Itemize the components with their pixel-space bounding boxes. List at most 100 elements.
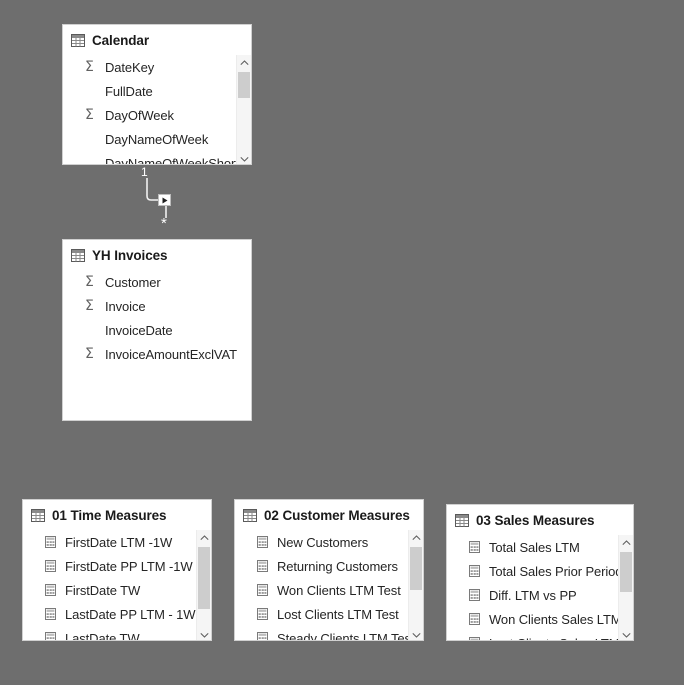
field-label: LastDate PP LTM - 1W — [65, 606, 196, 622]
scroll-down-arrow[interactable] — [409, 627, 423, 640]
cross-filter-direction-marker[interactable] — [158, 194, 171, 206]
field-row[interactable]: InvoiceDate — [63, 318, 251, 342]
field-row[interactable]: FirstDate TW — [23, 578, 198, 602]
table-title: Calendar — [92, 32, 149, 48]
scroll-down-arrow[interactable] — [197, 627, 211, 640]
field-row[interactable]: LastDate PP LTM - 1W — [23, 602, 198, 626]
field-row[interactable]: Steady Clients LTM Test — [235, 626, 410, 641]
scroll-up-arrow[interactable] — [409, 530, 423, 545]
field-label: Total Sales Prior Period — [489, 563, 620, 579]
field-list-yh-invoices[interactable]: Σ Customer Σ Invoice InvoiceDate Σ Invoi… — [63, 270, 251, 420]
measure-icon — [469, 589, 484, 601]
field-row[interactable]: New Customers — [235, 530, 410, 554]
measure-icon — [45, 584, 60, 596]
table-title: 02 Customer Measures — [264, 507, 410, 523]
table-grid-icon — [243, 508, 257, 522]
table-card-customer-measures[interactable]: 02 Customer Measures New Customers Retur… — [234, 499, 424, 641]
field-row[interactable]: Total Sales LTM — [447, 535, 620, 559]
field-row[interactable]: Σ InvoiceAmountExclVAT — [63, 342, 251, 366]
field-label: Won Clients LTM Test — [277, 582, 401, 598]
field-row[interactable]: Diff. LTM vs PP — [447, 583, 620, 607]
scroll-up-arrow[interactable] — [619, 535, 633, 550]
vertical-scrollbar[interactable] — [196, 530, 211, 640]
field-row[interactable]: FirstDate PP LTM -1W — [23, 554, 198, 578]
table-card-calendar[interactable]: Calendar Σ DateKey FullDate Σ DayOfWeek … — [62, 24, 252, 165]
field-label: InvoiceDate — [105, 322, 173, 338]
table-card-sales-measures[interactable]: 03 Sales Measures Total Sales LTM Total … — [446, 504, 634, 641]
scrollbar-thumb[interactable] — [620, 552, 632, 592]
table-grid-icon — [455, 513, 469, 527]
table-grid-icon — [71, 33, 85, 47]
measure-icon — [257, 608, 272, 620]
measure-icon — [257, 560, 272, 572]
scrollbar-thumb[interactable] — [410, 547, 422, 590]
measure-icon — [469, 541, 484, 553]
vertical-scrollbar[interactable] — [408, 530, 423, 640]
field-label: Steady Clients LTM Test — [277, 630, 410, 641]
field-label: Total Sales LTM — [489, 539, 580, 555]
field-label: Won Clients Sales LTM — [489, 611, 620, 627]
field-label: Lost Clients LTM Test — [277, 606, 399, 622]
field-label: FirstDate PP LTM -1W — [65, 558, 193, 574]
scroll-down-arrow[interactable] — [237, 151, 251, 164]
table-header-yh-invoices[interactable]: YH Invoices — [63, 240, 251, 270]
measure-icon — [45, 560, 60, 572]
table-card-yh-invoices[interactable]: YH Invoices Σ Customer Σ Invoice Invoice… — [62, 239, 252, 421]
measure-icon — [45, 536, 60, 548]
measure-icon — [257, 632, 272, 640]
field-row[interactable]: Σ Customer — [63, 270, 251, 294]
scroll-up-arrow[interactable] — [237, 55, 251, 70]
field-row[interactable]: DayNameOfWeek — [63, 127, 238, 151]
field-row[interactable]: Lost Clients Sales LTM — [447, 631, 620, 641]
scroll-down-arrow[interactable] — [619, 627, 633, 640]
table-title: 01 Time Measures — [52, 507, 167, 523]
field-row[interactable]: Won Clients LTM Test — [235, 578, 410, 602]
field-list-sales-measures[interactable]: Total Sales LTM Total Sales Prior Period… — [447, 535, 633, 641]
field-row[interactable]: FullDate — [63, 79, 238, 103]
field-label: InvoiceAmountExclVAT — [105, 346, 237, 362]
field-list-calendar[interactable]: Σ DateKey FullDate Σ DayOfWeek DayNameOf… — [63, 55, 251, 165]
table-header-sales-measures[interactable]: 03 Sales Measures — [447, 505, 633, 535]
field-label: DayNameOfWeek — [105, 131, 209, 147]
scroll-up-arrow[interactable] — [197, 530, 211, 545]
measure-icon — [469, 565, 484, 577]
field-label: Invoice — [105, 298, 146, 314]
relationship-cardinality-one: 1 — [141, 165, 148, 179]
sigma-icon: Σ — [85, 107, 94, 123]
field-row[interactable]: Σ DayOfWeek — [63, 103, 238, 127]
vertical-scrollbar[interactable] — [618, 535, 633, 640]
field-label: FirstDate TW — [65, 582, 141, 598]
field-list-time-measures[interactable]: FirstDate LTM -1W FirstDate PP LTM -1W F… — [23, 530, 211, 640]
field-label: Returning Customers — [277, 558, 398, 574]
field-label: Lost Clients Sales LTM — [489, 636, 620, 641]
table-header-calendar[interactable]: Calendar — [63, 25, 251, 55]
field-row[interactable]: Returning Customers — [235, 554, 410, 578]
table-header-time-measures[interactable]: 01 Time Measures — [23, 500, 211, 530]
field-row[interactable]: Won Clients Sales LTM — [447, 607, 620, 631]
field-label: Diff. LTM vs PP — [489, 587, 577, 603]
field-row[interactable]: Σ DateKey — [63, 55, 238, 79]
table-title: 03 Sales Measures — [476, 512, 595, 528]
measure-icon — [257, 536, 272, 548]
scrollbar-thumb[interactable] — [198, 547, 210, 609]
measure-icon — [257, 584, 272, 596]
field-row[interactable]: DayNameOfWeekShort — [63, 151, 238, 165]
scrollbar-thumb[interactable] — [238, 72, 250, 98]
measure-icon — [469, 613, 484, 625]
field-row[interactable]: Σ Invoice — [63, 294, 251, 318]
field-row[interactable]: LastDate TW — [23, 626, 198, 640]
table-grid-icon — [31, 508, 45, 522]
table-card-time-measures[interactable]: 01 Time Measures FirstDate LTM -1W First… — [22, 499, 212, 641]
relationship-cardinality-many: * — [161, 215, 167, 232]
field-label: New Customers — [277, 534, 369, 550]
field-list-customer-measures[interactable]: New Customers Returning Customers Won Cl… — [235, 530, 423, 641]
field-label: Customer — [105, 274, 161, 290]
measure-icon — [45, 608, 60, 620]
table-header-customer-measures[interactable]: 02 Customer Measures — [235, 500, 423, 530]
sigma-icon: Σ — [85, 346, 94, 362]
field-row[interactable]: Lost Clients LTM Test — [235, 602, 410, 626]
vertical-scrollbar[interactable] — [236, 55, 251, 164]
model-view-canvas[interactable]: Calendar Σ DateKey FullDate Σ DayOfWeek … — [0, 0, 684, 685]
field-row[interactable]: Total Sales Prior Period — [447, 559, 620, 583]
field-row[interactable]: FirstDate LTM -1W — [23, 530, 198, 554]
